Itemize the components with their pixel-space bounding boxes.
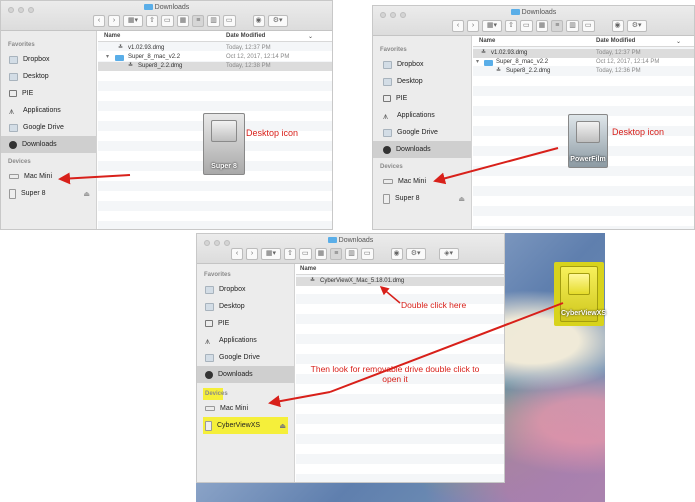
annotation-arrows [58,147,564,408]
arrow-from-desktop-icon [329,302,564,393]
arrow-to-super8-2 [433,147,559,185]
arrow-to-super8 [58,172,131,185]
arrow-to-dmg [379,286,401,304]
arrow-to-cyberviewxs [268,391,331,408]
